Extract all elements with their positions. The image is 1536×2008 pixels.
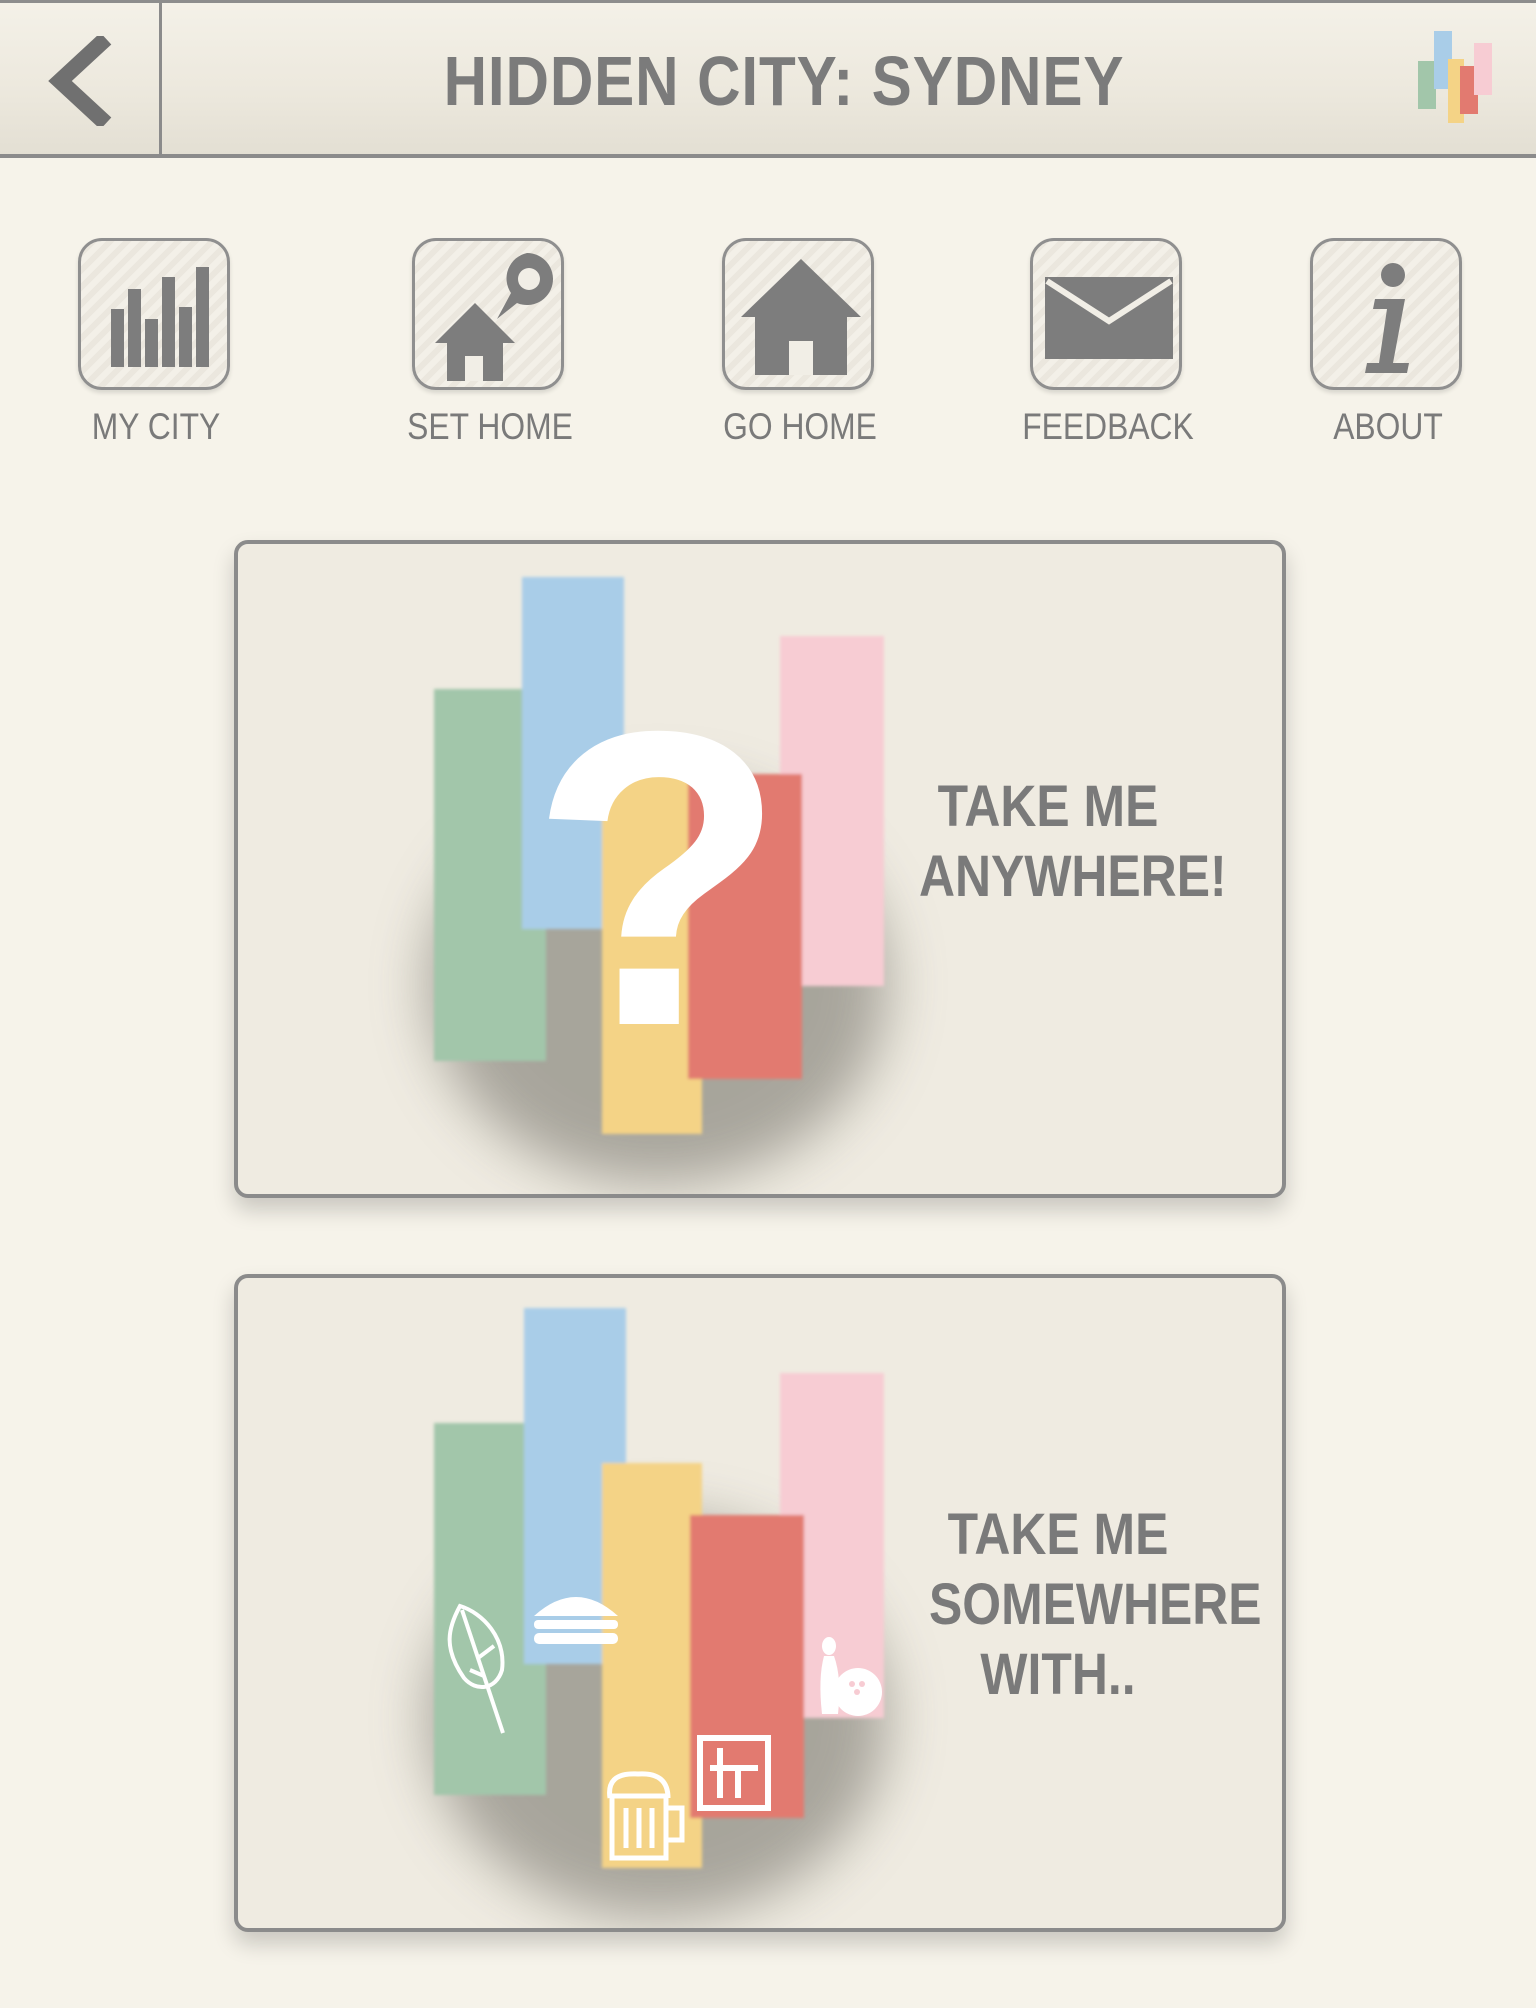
take-me-somewhere-with-label: TAKE ME SOMEWHERE WITH.. xyxy=(929,1502,1262,1707)
go-home-button[interactable] xyxy=(722,238,874,390)
take-me-anywhere-card[interactable]: ? TAKE ME ANYWHERE! xyxy=(234,540,1286,1198)
about-label: ABOUT xyxy=(1333,406,1443,447)
take-me-somewhere-with-card[interactable]: TAKE ME SOMEWHERE WITH.. xyxy=(234,1274,1286,1932)
about-button[interactable] xyxy=(1310,238,1462,390)
go-home-label: GO HOME xyxy=(723,406,877,447)
my-city-button[interactable] xyxy=(78,238,230,390)
toolbar-about[interactable]: ABOUT xyxy=(1288,238,1488,458)
toolbar-go-home[interactable]: GO HOME xyxy=(700,238,900,458)
take-me-anywhere-label: TAKE ME ANYWHERE! xyxy=(919,774,1227,909)
question-mark-icon: ? xyxy=(530,645,787,1114)
chevron-left-icon xyxy=(47,35,111,126)
bar-chart-icon xyxy=(111,267,209,367)
feedback-button[interactable] xyxy=(1030,238,1182,390)
hidden-city-logo xyxy=(1418,31,1492,123)
envelope-icon xyxy=(1045,277,1173,359)
app-header: HIDDEN CITY: SYDNEY xyxy=(0,0,1536,158)
set-home-label: SET HOME xyxy=(407,406,573,447)
my-city-label: MY CITY xyxy=(91,406,221,447)
toolbar-my-city[interactable]: MY CITY xyxy=(56,238,256,458)
back-button[interactable] xyxy=(0,3,162,158)
info-icon xyxy=(1365,263,1409,373)
feedback-label: FEEDBACK xyxy=(1022,406,1194,447)
set-home-button[interactable] xyxy=(412,238,564,390)
toolbar-feedback[interactable]: FEEDBACK xyxy=(1008,238,1208,458)
home-icon xyxy=(741,259,861,375)
home-pin-icon xyxy=(435,253,553,381)
page-title: HIDDEN CITY: SYDNEY xyxy=(443,41,1125,120)
toolbar-set-home[interactable]: SET HOME xyxy=(390,238,590,458)
